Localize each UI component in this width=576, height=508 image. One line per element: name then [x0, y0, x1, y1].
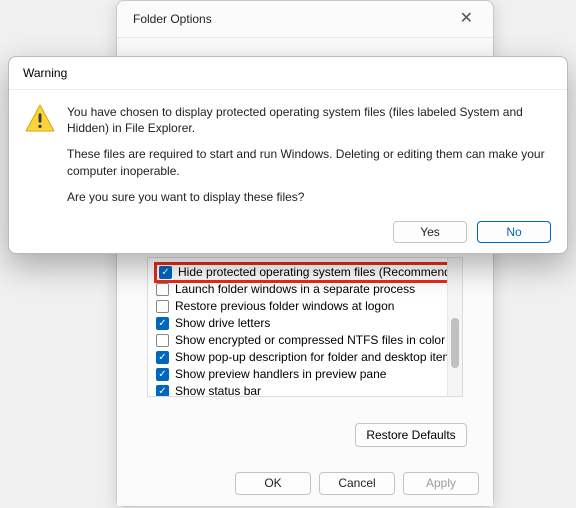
checkbox-icon[interactable]: [156, 368, 169, 381]
cancel-button[interactable]: Cancel: [319, 472, 395, 495]
ok-button[interactable]: OK: [235, 472, 311, 495]
option-row[interactable]: Show preview handlers in preview pane: [154, 366, 463, 383]
apply-button: Apply: [403, 472, 479, 495]
option-label: Show encrypted or compressed NTFS files …: [175, 333, 445, 348]
option-row[interactable]: Show drive letters: [154, 315, 463, 332]
checkbox-icon[interactable]: [156, 300, 169, 313]
warning-dialog: Warning You have chosen to display prote…: [8, 56, 568, 254]
option-label: Show drive letters: [175, 316, 270, 331]
checkbox-icon[interactable]: [156, 351, 169, 364]
option-row[interactable]: Show encrypted or compressed NTFS files …: [154, 332, 463, 349]
option-label: Show preview handlers in preview pane: [175, 367, 386, 382]
option-row[interactable]: Restore previous folder windows at logon: [154, 298, 463, 315]
option-row[interactable]: Launch folder windows in a separate proc…: [154, 281, 463, 298]
checkbox-icon[interactable]: [159, 266, 172, 279]
checkbox-icon[interactable]: [156, 385, 169, 397]
warning-para1: You have chosen to display protected ope…: [67, 104, 551, 136]
folder-options-titlebar: Folder Options ✕: [117, 1, 493, 38]
advanced-options-list: Hide protected operating system files (R…: [147, 257, 463, 397]
option-label: Hide protected operating system files (R…: [178, 265, 463, 280]
warning-para3: Are you sure you want to display these f…: [67, 189, 551, 205]
warning-para2: These files are required to start and ru…: [67, 146, 551, 178]
option-label: Restore previous folder windows at logon: [175, 299, 394, 314]
close-icon[interactable]: ✕: [454, 11, 479, 27]
yes-button[interactable]: Yes: [393, 221, 467, 243]
warning-text: You have chosen to display protected ope…: [67, 104, 551, 205]
restore-defaults-button[interactable]: Restore Defaults: [355, 423, 467, 447]
checkbox-icon[interactable]: [156, 334, 169, 347]
warning-icon: [25, 104, 55, 132]
no-button[interactable]: No: [477, 221, 551, 243]
checkbox-icon[interactable]: [156, 283, 169, 296]
warning-button-row: Yes No: [9, 215, 567, 257]
option-label: Show pop-up description for folder and d…: [175, 350, 459, 365]
option-label: Show status bar: [175, 384, 261, 397]
folder-options-title: Folder Options: [133, 12, 212, 26]
checkbox-icon[interactable]: [156, 317, 169, 330]
option-row[interactable]: Show status bar: [154, 383, 463, 397]
warning-body: You have chosen to display protected ope…: [9, 90, 567, 215]
option-label: Launch folder windows in a separate proc…: [175, 282, 415, 297]
warning-titlebar: Warning: [9, 57, 567, 90]
warning-title: Warning: [23, 66, 67, 80]
scrollbar-thumb[interactable]: [451, 318, 459, 368]
option-row[interactable]: Show pop-up description for folder and d…: [154, 349, 463, 366]
scrollbar-track[interactable]: [447, 257, 463, 397]
folder-options-button-row: OK Cancel Apply: [117, 462, 493, 506]
option-row[interactable]: Hide protected operating system files (R…: [154, 262, 463, 283]
